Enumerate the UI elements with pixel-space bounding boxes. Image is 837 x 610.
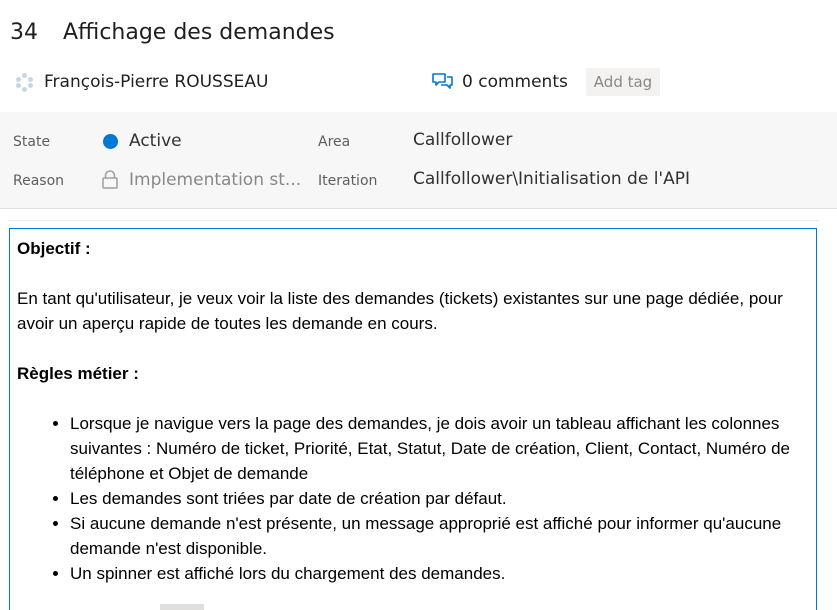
avatar-placeholder-icon: [14, 71, 36, 93]
rules-list: Lorsque je navigue vers la page des dema…: [17, 411, 797, 586]
state-dropdown[interactable]: Active: [129, 131, 182, 151]
rule-item: Lorsque je navigue vers la page des dema…: [70, 411, 797, 486]
work-item-id: 34: [10, 20, 38, 45]
rule-item: Les demandes sont triées par date de cré…: [70, 486, 797, 511]
section-divider: [8, 220, 819, 221]
fields-section: [0, 112, 837, 209]
comments-count: 0 comments: [462, 72, 568, 92]
description-content: Objectif : En tant qu'utilisateur, je ve…: [17, 236, 797, 586]
rules-heading: Règles métier :: [17, 364, 139, 383]
lock-icon: [102, 170, 118, 189]
comments-icon: [432, 73, 453, 89]
objective-text: En tant qu'utilisateur, je veux voir la …: [17, 289, 783, 333]
work-item-form: 34 Affichage des demandes François-Pierr…: [0, 0, 837, 610]
assigned-to-name: François-Pierre ROUSSEAU: [44, 72, 269, 92]
objective-heading: Objectif :: [17, 239, 91, 258]
work-item-title-row: 34 Affichage des demandes: [10, 18, 335, 48]
rule-item: Si aucune demande n'est présente, un mes…: [70, 511, 797, 561]
state-indicator: [103, 134, 118, 149]
area-field[interactable]: Callfollower: [413, 130, 512, 150]
area-label: Area: [318, 134, 351, 150]
assigned-to[interactable]: François-Pierre ROUSSEAU: [14, 68, 268, 96]
work-item-title[interactable]: Affichage des demandes: [63, 20, 335, 45]
work-item-header: 34 Affichage des demandes François-Pierr…: [0, 0, 837, 112]
reason-field: Implementation st...: [129, 170, 302, 190]
iteration-field[interactable]: Callfollower\Initialisation de l'API: [413, 169, 690, 189]
state-label: State: [13, 134, 51, 150]
rule-item: Un spinner est affiché lors du chargemen…: [70, 561, 797, 586]
description-editor[interactable]: Objectif : En tant qu'utilisateur, je ve…: [9, 228, 817, 610]
add-tag-button[interactable]: Add tag: [586, 68, 660, 96]
editor-toolbar-fragment: [160, 604, 204, 610]
reason-label: Reason: [13, 173, 65, 189]
comments-link[interactable]: 0 comments: [432, 68, 568, 96]
iteration-label: Iteration: [318, 173, 378, 189]
